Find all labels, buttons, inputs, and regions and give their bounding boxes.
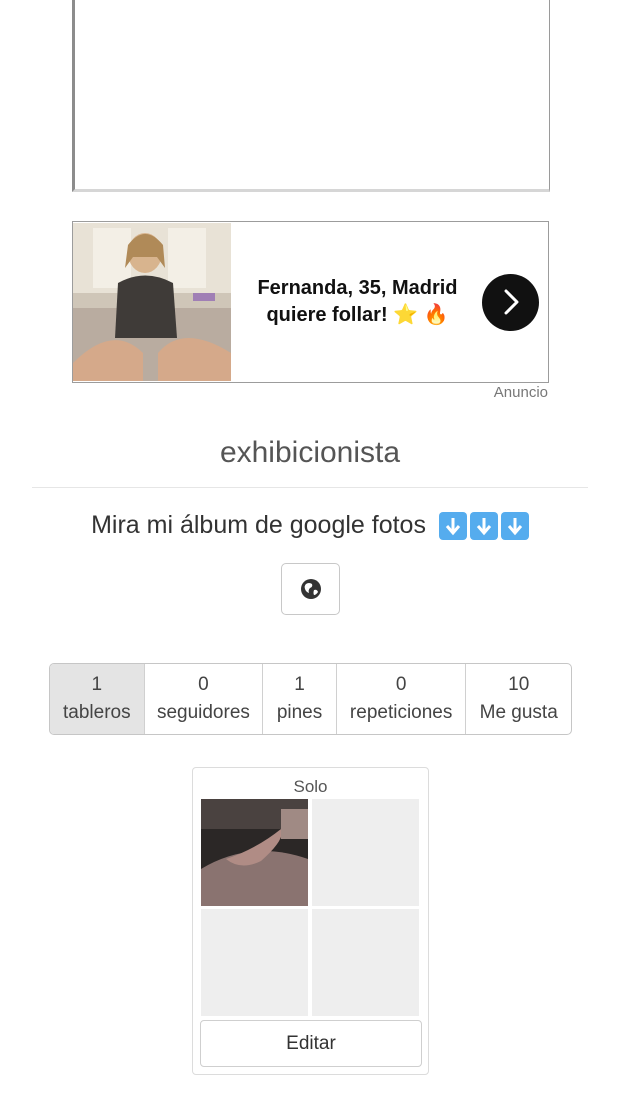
board-thumbnail[interactable] [201,799,308,906]
board-card[interactable]: Solo Editar [192,767,429,1075]
chevron-right-icon[interactable] [482,273,539,331]
ad-photo[interactable] [73,223,231,381]
tab-seguidores[interactable]: 0 seguidores [143,664,263,734]
profile-stats-tabs: 1 tableros 0 seguidores 1 pines 0 repeti… [49,663,572,735]
stat-label: tableros [63,702,131,723]
bio-emoji-group [438,512,529,540]
board-title: Solo [293,777,328,796]
ad-headline-line1: Fernanda, 35, Madrid [257,277,458,299]
board-thumbnail-empty [312,799,419,906]
stat-label: seguidores [156,702,250,723]
stat-count: 1 [91,674,103,695]
stat-count: 1 [294,674,305,695]
stat-count: 0 [198,674,209,695]
ad-label: Anuncio [493,384,548,401]
board-thumbnail-empty [312,909,419,1016]
profile-bio: Mira mi álbum de google fotos [0,511,620,540]
stat-count: 10 [508,674,530,695]
stat-label: repeticiones [349,702,453,723]
ad-headline[interactable]: Fernanda, 35, Madrid quiere follar! ⭐ 🔥 [231,275,476,329]
ad-headline-line2: quiere follar! ⭐ 🔥 [266,304,449,326]
divider [32,487,588,488]
website-button[interactable] [281,563,340,615]
stat-label: Me gusta [479,702,558,723]
down-arrow-button-icon [469,512,498,540]
tab-me-gusta[interactable]: 10 Me gusta [465,664,571,734]
embedded-frame [72,0,550,192]
stat-label: pines [276,702,323,723]
profile-username: exhibicionista [219,436,401,469]
stat-count: 0 [395,674,407,695]
tab-pines[interactable]: 1 pines [262,664,336,734]
globe-icon [300,579,321,599]
edit-board-button[interactable]: Editar [200,1020,422,1067]
down-arrow-button-icon [438,512,467,540]
board-thumbnail-empty [201,909,308,1016]
tab-repeticiones[interactable]: 0 repeticiones [335,664,466,734]
profile-bio-text: Mira mi álbum de google fotos [91,511,426,539]
down-arrow-button-icon [500,512,529,540]
ad-banner[interactable]: Fernanda, 35, Madrid quiere follar! ⭐ 🔥 [72,221,549,383]
tab-tableros[interactable]: 1 tableros [50,664,144,734]
